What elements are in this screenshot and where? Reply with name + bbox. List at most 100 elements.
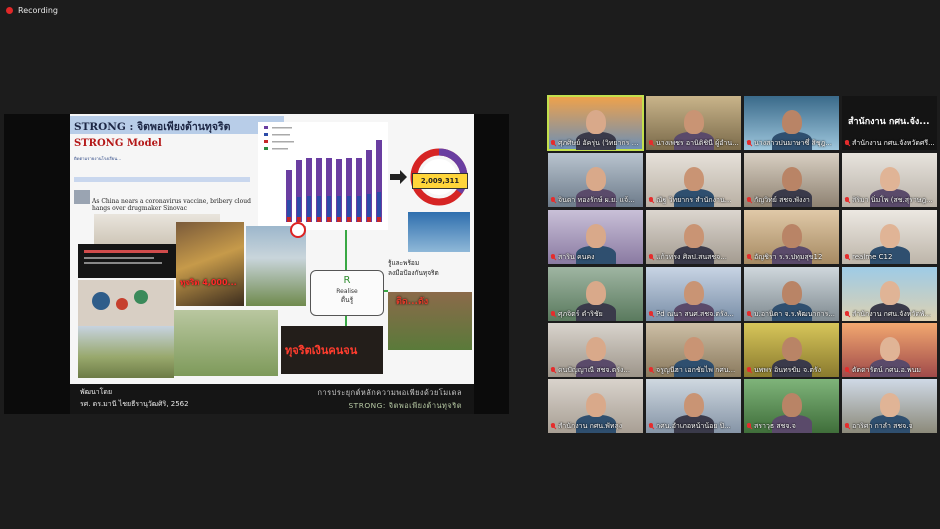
participant-tile[interactable]: Pd ณนา สนศ.สชจ.ตรัง... — [646, 267, 741, 321]
ready-prevent-text: รู้และพร้อม ลงมือป้องกันทุจริต — [388, 258, 439, 278]
field-photo — [78, 326, 174, 378]
slide-title-banner: STRONG : จิตพอเพียงต้านทุจริต — [70, 116, 284, 134]
participant-tile[interactable]: สิริมา นิ่มโพ (สช.สุราษฎ... — [842, 153, 937, 207]
participant-tile[interactable]: สราวุธ สชจ.จ — [744, 379, 839, 433]
participant-tile[interactable]: ม.อานิตา จ.ร.พัฒนาการ... — [744, 267, 839, 321]
participant-video-face — [586, 110, 606, 134]
participant-name-bar: สิริมา นิ่มโพ (สช.สุราษฎ... — [844, 195, 935, 205]
participant-tile[interactable]: ณัฐ วิทยากร สำนักงาน... — [646, 153, 741, 207]
wind-turbine-photo — [246, 226, 306, 306]
participant-name: ม.อานิตา จ.ร.พัฒนาการ... — [754, 309, 836, 318]
connector-line — [345, 230, 347, 270]
participant-name-bar: Pd ณนา สนศ.สชจ.ตรัง... — [648, 309, 739, 319]
mic-muted-icon — [746, 310, 752, 318]
participant-video-face — [586, 224, 606, 248]
participant-tile[interactable]: แก้วทรง ศิลป.สนสชจ... — [646, 210, 741, 264]
mic-muted-icon — [550, 310, 556, 318]
shared-screen[interactable]: STRONG : จิตพอเพียงต้านทุจริต STRONG Mod… — [4, 114, 509, 414]
participant-video-face — [880, 393, 900, 417]
participant-name-bar: ศุภศิษย์ อัครุ่น (วิทยากร ป... — [550, 138, 641, 148]
participant-video-face — [782, 337, 802, 361]
r-realise-thai: ตื่นรู้ — [340, 296, 354, 304]
participant-video-face — [586, 393, 606, 417]
r-realise-english: Realise — [336, 288, 358, 295]
participant-video-face — [684, 337, 704, 361]
participant-tile[interactable]: นางสาวปนมาษาซึ่ สิชุฎ... — [744, 96, 839, 150]
participant-tile[interactable]: จรูญนีฮา เอกชัยไพ กศน... — [646, 323, 741, 377]
donut-value: 2,009,311 — [412, 173, 468, 189]
participant-name-bar: สำนักงาน กศน.จังหวัดศรี... — [844, 138, 935, 148]
mic-muted-icon — [844, 366, 850, 374]
participant-tile[interactable]: realme C12 — [842, 210, 937, 264]
participant-video-face — [586, 167, 606, 191]
participant-name: สำนักงาน กศน.จังหวัดพั... — [852, 309, 932, 318]
participant-name: Pd ณนา สนศ.สชจ.ตรัง... — [656, 309, 734, 318]
people-outdoor-photo — [174, 310, 278, 376]
news-headline: As China nears a coronavirus vaccine, br… — [92, 198, 251, 212]
dark-info-card — [78, 244, 176, 278]
participant-name: อัญชิรา ร.ร.ปทุมสุข12 — [754, 252, 823, 261]
participant-name-bar: ม.อานิตา จ.ร.พัฒนาการ... — [746, 309, 837, 319]
participant-tile[interactable]: สำนักงาน กศน.พัทลุง — [548, 379, 643, 433]
mic-muted-icon — [648, 196, 654, 204]
mic-muted-icon — [550, 366, 556, 374]
bubble-chart-photo — [78, 280, 174, 326]
ready-text-line2: ลงมือป้องกันทุจริต — [388, 269, 439, 277]
participant-name: realme C12 — [852, 253, 893, 261]
participant-tile[interactable]: กศน.อำเภอหน้าน้อย ปิ... — [646, 379, 741, 433]
participant-video-face — [880, 224, 900, 248]
participant-video-face — [782, 110, 802, 134]
participant-name: ศุภจิตร์ ดำริชัย — [558, 309, 603, 318]
mic-muted-icon — [746, 253, 752, 261]
participant-tile[interactable]: สาริน คนคง — [548, 210, 643, 264]
participant-tile[interactable]: นางเพชร อานิติชินี ผู้อำน... — [646, 96, 741, 150]
participant-video-face — [782, 281, 802, 305]
slide-title: STRONG : จิตพอเพียงต้านทุจริต — [74, 121, 231, 133]
slide-model-label: STRONG Model — [74, 138, 162, 149]
participant-tile[interactable]: กัญวิทย์ สชจ.พังงา — [744, 153, 839, 207]
participant-name-bar: กศน.อำเภอหน้าน้อย ปิ... — [648, 421, 739, 431]
participant-video-face — [880, 337, 900, 361]
participant-tile[interactable]: ศุภศิษย์ อัครุ่น (วิทยากร ป... — [547, 95, 644, 151]
participant-name: แก้วทรง ศิลป.สนสชจ... — [656, 252, 727, 261]
news-screenshot — [74, 190, 90, 204]
participant-video-face — [782, 224, 802, 248]
participant-video-face — [782, 167, 802, 191]
mic-muted-icon — [648, 253, 654, 261]
participant-tile[interactable]: ดนปัญญาณี สชจ.ตรัง... — [548, 323, 643, 377]
participant-tile[interactable]: อาริศา กาลำ สชจ.จ — [842, 379, 937, 433]
participant-tile[interactable]: นพพร อินทรขัม จ.ตรัง — [744, 323, 839, 377]
participant-tile[interactable]: ดัดดารัตน์ กศน.อ.พนม — [842, 323, 937, 377]
mic-muted-icon — [550, 422, 556, 430]
participant-tile[interactable]: จินดา ทองรักษ์ ผ.ย. แจ้... — [548, 153, 643, 207]
participant-name-bar: ณัฐ วิทยากร สำนักงาน... — [648, 195, 739, 205]
traffic-sign-icon — [290, 222, 306, 238]
bar-chart-graphic — [258, 122, 388, 230]
participant-name-bar: อาริศา กาลำ สชจ.จ — [844, 421, 935, 431]
participant-tile[interactable]: สำนักงาน กศน.จัง... สำนักงาน กศน.จังหวัดศ… — [842, 96, 937, 150]
bar-chart-svg — [264, 126, 382, 222]
corruption-banner: ทุจริตเงินคนจน — [281, 326, 383, 374]
mic-muted-icon — [746, 139, 752, 147]
participant-tile[interactable]: สำนักงาน กศน.จังหวัดพั... — [842, 267, 937, 321]
mic-muted-icon — [844, 253, 850, 261]
participant-name-bar: ศุภจิตร์ ดำริชัย — [550, 309, 641, 319]
participant-big-name: สำนักงาน กศน.จัง... — [848, 117, 930, 127]
participant-name: ศุภศิษย์ อัครุ่น (วิทยากร ป... — [558, 138, 641, 147]
mic-muted-icon — [844, 422, 850, 430]
participant-name: ดัดดารัตน์ กศน.อ.พนม — [852, 365, 922, 374]
building-photo: ติด...ดัง — [388, 292, 472, 350]
participant-name-bar: สำนักงาน กศน.จังหวัดพั... — [844, 309, 935, 319]
slide-web-strip — [74, 177, 250, 182]
participant-video-face — [684, 393, 704, 417]
footer-credit: พัฒนาโดย รศ. ดร.มานี ไชยธีรานุวัฒศิริ, 2… — [80, 386, 189, 410]
participant-video-face — [684, 110, 704, 134]
mic-muted-icon — [746, 422, 752, 430]
participant-video-face — [684, 281, 704, 305]
participant-tile[interactable]: อัญชิรา ร.ร.ปทุมสุข12 — [744, 210, 839, 264]
participant-tile[interactable]: ศุภจิตร์ ดำริชัย — [548, 267, 643, 321]
participant-name-bar: realme C12 — [844, 252, 935, 262]
recording-dot-icon — [6, 7, 13, 14]
participant-name: อาริศา กาลำ สชจ.จ — [852, 421, 913, 430]
mic-muted-icon — [648, 366, 654, 374]
